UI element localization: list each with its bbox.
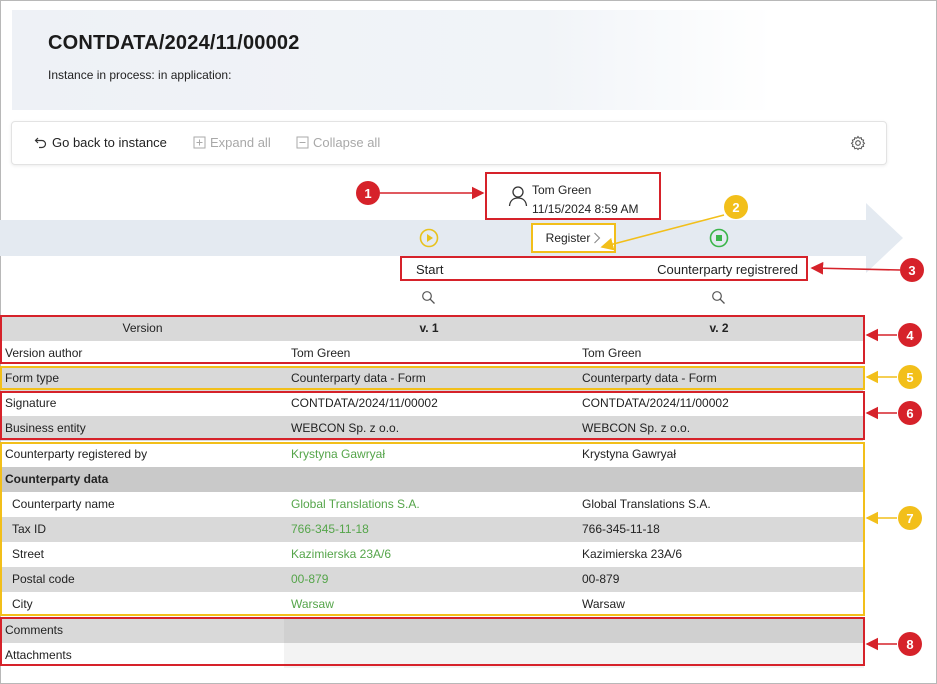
row-label: Comments [5, 623, 64, 637]
row-label: Postal code [12, 572, 75, 586]
start-step-icon [419, 228, 439, 248]
collapse-square-icon [296, 136, 309, 149]
row-value-v2: 766-345-11-18 [582, 522, 660, 536]
row-value-v1: Kazimierska 23A/6 [291, 547, 392, 561]
table-row: Signature CONTDATA/2024/11/00002 CONTDAT… [1, 391, 863, 416]
process-timeline-arrowhead [866, 203, 903, 273]
table-row: Comments [1, 618, 864, 643]
table-row: Business entity WEBCON Sp. z o.o. WEBCON… [1, 416, 863, 441]
row-value-v1: Krystyna Gawryał [291, 447, 386, 461]
annotation-badge-3: 3 [900, 258, 924, 282]
chevron-right-icon [594, 232, 601, 244]
undo-arrow-icon [34, 137, 47, 148]
row-label: Version author [5, 346, 83, 360]
author-name: Tom Green [532, 183, 592, 197]
table-row: Tax ID 766-345-11-18 766-345-11-18 [1, 517, 863, 542]
row-value-v1: Global Translations S.A. [291, 497, 420, 511]
expand-square-icon [193, 136, 206, 149]
collapse-all-button[interactable]: Collapse all [296, 135, 380, 150]
row-label: Attachments [5, 648, 72, 662]
row-value-v1: Counterparty data - Form [291, 371, 426, 385]
author-date: 11/15/2024 8:59 AM [532, 202, 639, 216]
row-value-v2: WEBCON Sp. z o.o. [582, 421, 691, 435]
row-label: Tax ID [12, 522, 47, 536]
page-title: CONTDATA/2024/11/00002 [48, 32, 300, 54]
collapse-all-label: Collapse all [313, 135, 381, 150]
version-1-header: v. 1 [419, 321, 439, 335]
annotation-badge-4: 4 [898, 323, 922, 347]
row-value-v2: Counterparty data - Form [582, 371, 717, 385]
search-icon[interactable] [421, 290, 436, 305]
row-label: Business entity [5, 421, 86, 435]
go-back-button[interactable]: Go back to instance [34, 135, 167, 150]
annotation-badge-8: 8 [898, 632, 922, 656]
row-label: Counterparty registered by [5, 447, 148, 461]
row-value-v2: 00-879 [582, 572, 620, 586]
table-row: Counterparty name Global Translations S.… [1, 492, 863, 517]
go-back-label: Go back to instance [52, 135, 167, 150]
user-icon [508, 186, 528, 207]
table-row: Counterparty registered by Krystyna Gawr… [1, 442, 863, 467]
page-header: CONTDATA/2024/11/00002 Instance in proce… [12, 10, 772, 110]
table-row: Postal code 00-879 00-879 [1, 567, 863, 592]
annotation-badge-2: 2 [724, 195, 748, 219]
table-row: City Warsaw Warsaw [1, 592, 863, 617]
row-value-v2: Krystyna Gawryał [582, 447, 677, 461]
row-label: Counterparty name [12, 497, 115, 511]
end-step-icon [709, 228, 729, 248]
table-row: Street Kazimierska 23A/6 Kazimierska 23A… [1, 542, 863, 567]
row-value-v1: WEBCON Sp. z o.o. [291, 421, 400, 435]
row-value-v1: CONTDATA/2024/11/00002 [291, 396, 438, 410]
register-label: Register [545, 231, 591, 245]
toolbar: Go back to instance Expand all Collapse … [11, 121, 887, 165]
annotation-badge-6: 6 [898, 401, 922, 425]
row-value-v2: Warsaw [582, 597, 625, 611]
version-author-box: Tom Green 11/15/2024 8:59 AM [485, 172, 661, 220]
expand-all-label: Expand all [210, 135, 271, 150]
row-label: Street [12, 547, 45, 561]
annotation-badge-7: 7 [898, 506, 922, 530]
table-row: Version author Tom Green Tom Green [1, 341, 863, 366]
row-value-v1: Tom Green [291, 346, 351, 360]
version-header: Version [122, 321, 163, 335]
table-header-row: Version v. 1 v. 2 [1, 316, 863, 341]
search-icon[interactable] [711, 290, 726, 305]
row-value-v2: Global Translations S.A. [582, 497, 711, 511]
gear-icon[interactable] [850, 135, 866, 151]
annotation-badge-1: 1 [356, 181, 380, 205]
expand-all-button[interactable]: Expand all [193, 135, 271, 150]
row-value-v2: Tom Green [582, 346, 642, 360]
row-value-v1: 00-879 [291, 572, 329, 586]
row-label: Form type [5, 371, 60, 385]
table-row: Attachments [1, 643, 864, 668]
steps-row: Start Counterparty registrered [400, 256, 808, 281]
section-label: Counterparty data [5, 472, 109, 486]
version-2-header: v. 2 [709, 321, 729, 335]
row-value-v2: CONTDATA/2024/11/00002 [582, 396, 729, 410]
row-value-v2: Kazimierska 23A/6 [582, 547, 683, 561]
register-path-button[interactable]: Register [531, 223, 616, 253]
row-value-v1: Warsaw [291, 597, 334, 611]
row-value-v1: 766-345-11-18 [291, 522, 369, 536]
step-start-label: Start [416, 262, 444, 277]
step-end-label: Counterparty registrered [657, 262, 798, 277]
table-row: Form type Counterparty data - Form Count… [1, 366, 863, 391]
row-label: City [12, 597, 33, 611]
section-header-row: Counterparty data [1, 467, 863, 492]
page-subtitle: Instance in process: in application: [48, 68, 232, 82]
row-label: Signature [5, 396, 57, 410]
annotation-badge-5: 5 [898, 365, 922, 389]
